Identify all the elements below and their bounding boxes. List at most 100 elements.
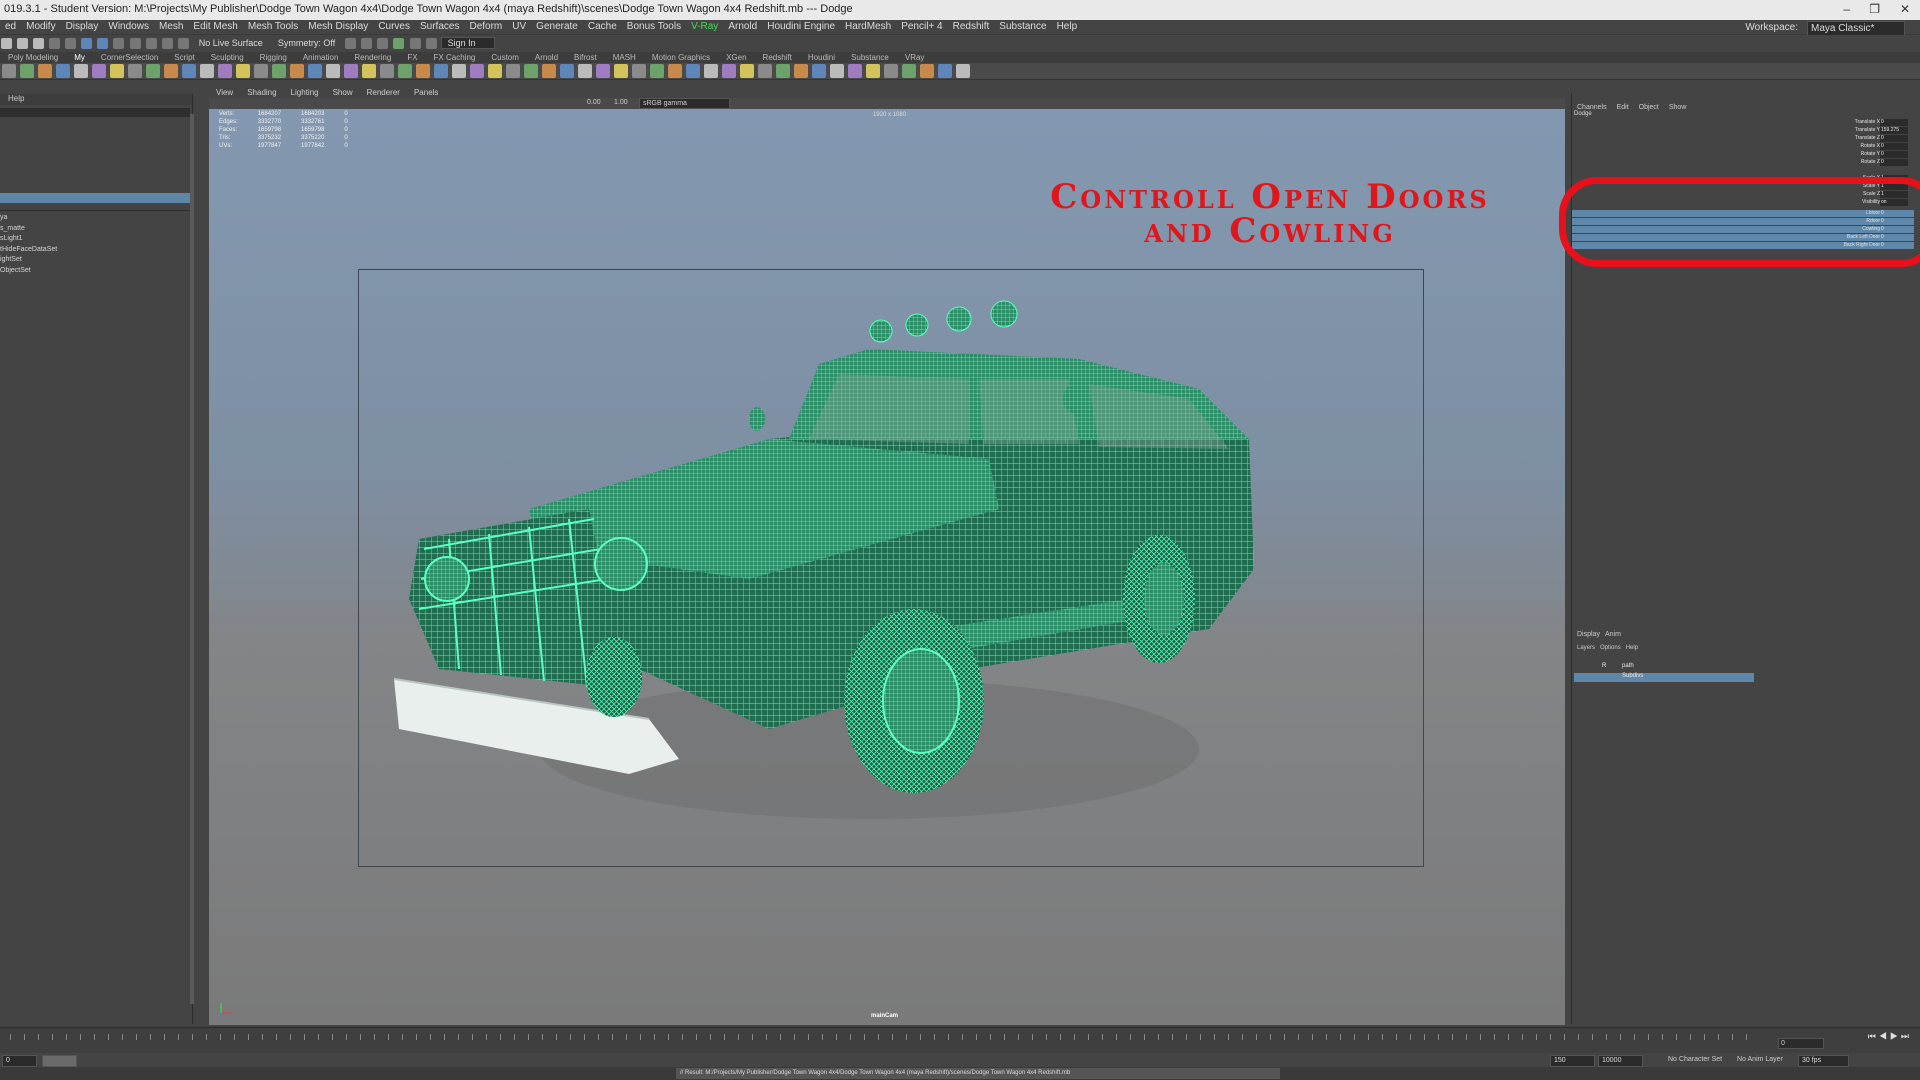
shelf-tool-icon[interactable] [506,64,520,78]
menu-windows[interactable]: Windows [108,20,149,34]
viewport-menu-shading[interactable]: Shading [247,88,276,98]
shelf-tool-icon[interactable] [254,64,268,78]
undo-icon[interactable] [49,38,61,49]
shelf-tool-icon[interactable] [128,64,142,78]
shelf-tool-icon[interactable] [308,64,322,78]
pause-icon[interactable] [425,38,437,49]
channel-menu-edit[interactable]: Edit [1617,104,1629,111]
shelf-tab-custom[interactable]: Custom [491,52,519,63]
outliner-selected-row[interactable] [0,193,190,203]
shelf-tool-icon[interactable] [74,64,88,78]
shelf-tool-icon[interactable] [722,64,736,78]
menu-uv[interactable]: UV [512,20,526,34]
redo-icon[interactable] [65,38,77,49]
snap-curve-icon[interactable] [129,38,141,49]
layer-flag[interactable]: R [1602,663,1606,669]
anim-layer-label[interactable]: No Anim Layer [1737,1056,1783,1063]
menu-surfaces[interactable]: Surfaces [420,20,459,34]
attribute-value[interactable]: 159.275 [1881,127,1899,133]
viewport-menu-renderer[interactable]: Renderer [367,88,400,98]
layer-tab-display[interactable]: Display [1577,631,1600,638]
shelf-tool-icon[interactable] [218,64,232,78]
exposure-value[interactable]: 0.00 [587,99,601,106]
shelf-tool-icon[interactable] [272,64,286,78]
time-slider[interactable] [0,1027,1920,1054]
shelf-tab-rendering[interactable]: Rendering [354,52,391,63]
shelf-tool-icon[interactable] [578,64,592,78]
shelf-tool-icon[interactable] [434,64,448,78]
playback-controls[interactable]: ⏮◀▶⏭ [1868,1031,1912,1042]
current-frame-field[interactable]: 0 [1778,1038,1824,1049]
shelf-tab-vray[interactable]: VRay [905,52,925,63]
menu-arnold[interactable]: Arnold [728,20,757,34]
menu-help[interactable]: Help [1057,20,1078,34]
symmetry-label[interactable]: Symmetry: Off [278,38,335,48]
shelf-tab-script[interactable]: Script [174,52,194,63]
minimize-icon[interactable]: – [1843,2,1850,16]
menu-edit-mesh[interactable]: Edit Mesh [193,20,237,34]
menu-curves[interactable]: Curves [378,20,410,34]
step-back-icon[interactable]: ◀ [1879,1031,1890,1041]
shelf-tab-bifrost[interactable]: Bifrost [574,52,597,63]
outliner-help-menu[interactable]: Help [0,94,192,105]
shelf-tab-poly-modeling[interactable]: Poly Modeling [8,52,58,63]
shelf-tab-animation[interactable]: Animation [303,52,339,63]
render-icon[interactable] [345,38,357,49]
shelf-tool-icon[interactable] [416,64,430,78]
snap-view-icon[interactable] [161,38,173,49]
shelf-tool-icon[interactable] [704,64,718,78]
outliner-item[interactable]: s_matte [0,224,57,235]
shelf-tab-fx-caching[interactable]: FX Caching [434,52,476,63]
layer-menu-layers[interactable]: Layers [1577,645,1595,651]
open-scene-icon[interactable] [17,38,29,49]
shelf-tool-icon[interactable] [938,64,952,78]
select-mode-icon[interactable] [81,38,93,49]
shelf-tab-houdini[interactable]: Houdini [808,52,835,63]
menu-houdini-engine[interactable]: Houdini Engine [767,20,835,34]
render-view-icon[interactable] [409,38,421,49]
maximize-icon[interactable]: ❐ [1869,2,1880,16]
shelf-tool-icon[interactable] [20,64,34,78]
shelf-tool-icon[interactable] [956,64,970,78]
menu-mesh-tools[interactable]: Mesh Tools [248,20,298,34]
live-surface-label[interactable]: No Live Surface [199,38,263,48]
menu-ed[interactable]: ed [5,20,16,34]
menu-redshift[interactable]: Redshift [953,20,990,34]
shelf-tool-icon[interactable] [344,64,358,78]
shelf-tool-icon[interactable] [290,64,304,78]
shelf-tool-icon[interactable] [776,64,790,78]
go-start-icon[interactable]: ⏮ [1868,1031,1879,1041]
shelf-tab-fx[interactable]: FX [407,52,417,63]
shelf-tool-icon[interactable] [920,64,934,78]
attribute-value-field[interactable] [1880,143,1908,150]
shelf-tool-icon[interactable] [56,64,70,78]
shelf-tool-icon[interactable] [110,64,124,78]
menu-v-ray[interactable]: V-Ray [691,20,718,34]
shelf-tab-my[interactable]: My [74,52,85,63]
shelf-tab-arnold[interactable]: Arnold [535,52,558,63]
shelf-tab-mash[interactable]: MASH [613,52,636,63]
outliner-item[interactable]: ightSet [0,255,57,266]
attribute-value-field[interactable] [1880,119,1908,126]
play-icon[interactable]: ▶ [1890,1031,1901,1041]
outliner-item[interactable]: ya [0,213,57,224]
snap-surface-icon[interactable] [177,38,189,49]
shelf-tab-sculpting[interactable]: Sculpting [211,52,244,63]
attribute-value[interactable]: 0 [1881,135,1884,141]
menu-pencil-4[interactable]: Pencil+ 4 [901,20,942,34]
attribute-name[interactable]: Rotate X [1861,143,1880,149]
range-start-value[interactable]: 150 [1550,1055,1595,1067]
attribute-name[interactable]: Translate X [1855,119,1880,125]
menu-mesh[interactable]: Mesh [159,20,183,34]
shelf-tool-icon[interactable] [830,64,844,78]
outliner-item[interactable]: ObjectSet [0,266,57,277]
shelf-tool-icon[interactable] [2,64,16,78]
shelf-tool-icon[interactable] [470,64,484,78]
shelf-tab-xgen[interactable]: XGen [726,52,746,63]
layer-row[interactable]: Subdivs [1574,673,1754,682]
shelf-tab-rigging[interactable]: Rigging [260,52,287,63]
shelf-tool-icon[interactable] [236,64,250,78]
shelf-tool-icon[interactable] [740,64,754,78]
shelf-tool-icon[interactable] [884,64,898,78]
shelf-tool-icon[interactable] [38,64,52,78]
